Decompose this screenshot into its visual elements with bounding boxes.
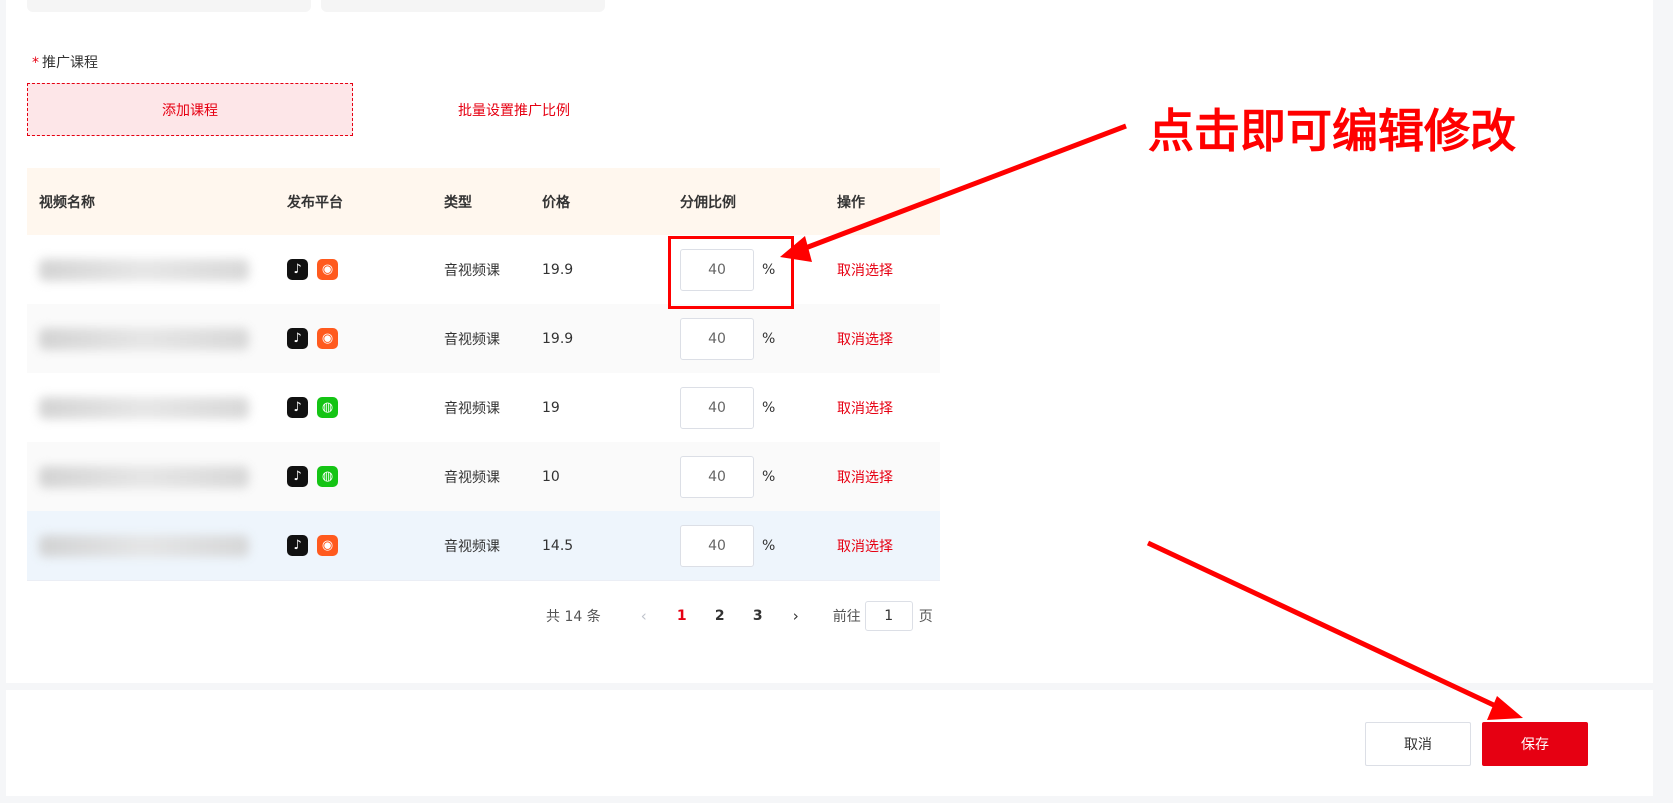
arrow-to-save-line [1146, 540, 1502, 711]
arrow-to-input-line [794, 123, 1127, 255]
page: * 推广课程 添加课程 批量设置推广比例 视频名称 发布平台 类型 价格 分佣比例… [0, 0, 1673, 803]
annotation-arrows [780, 123, 1523, 720]
arrow-to-save-head [1487, 696, 1523, 720]
arrow-to-input-head [780, 236, 812, 262]
